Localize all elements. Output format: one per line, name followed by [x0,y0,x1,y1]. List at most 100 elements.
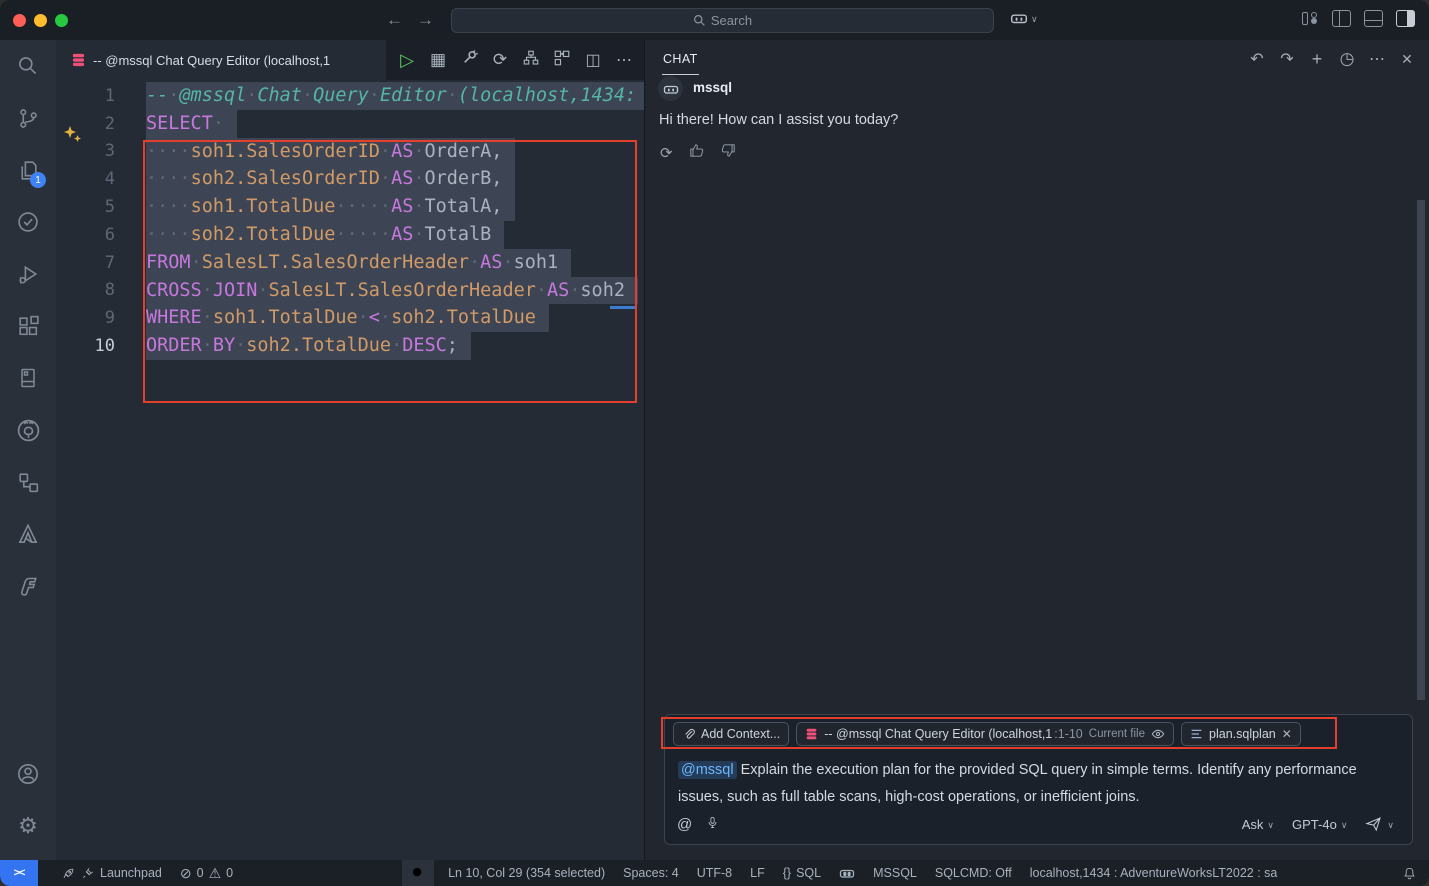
line-number: 10 [56,336,115,356]
settings-button[interactable]: ⚙ [4,800,52,852]
editor-group: -- @mssql Chat Query Editor (localhost,1… [56,40,644,860]
source-control-icon [16,106,41,131]
run-query-icon[interactable]: ▷ [396,50,418,71]
sidebar-item-fabric[interactable] [4,560,52,612]
line-number: 9 [56,308,115,328]
at-mention-icon[interactable]: @ [677,816,692,833]
linked-boxes-icon [16,470,41,495]
explorer-badge: 1 [30,172,46,188]
chat-panel-header: CHAT ↶ ↷ + ◷ ⋯ ✕ [645,40,1429,78]
chat-input-text[interactable]: @mssql Explain the execution plan for th… [678,757,1368,811]
fabric-icon [16,574,41,599]
new-chat-icon[interactable]: + [1308,49,1326,70]
accounts-button[interactable] [4,748,52,800]
chat-message-author: mssql [693,80,732,95]
editor-tab-bar: -- @mssql Chat Query Editor (localhost,1… [56,40,644,80]
back-icon[interactable]: ← [386,10,403,30]
annotation-box-code [143,140,637,403]
sidebar-item-schema-designer[interactable] [4,456,52,508]
line-number: 7 [56,253,115,273]
problems-button[interactable]: ⊘ 0 ⚠ 0 [171,865,242,882]
toggle-secondary-sidebar-icon[interactable] [1396,10,1415,27]
command-search-input[interactable]: Search [451,8,994,33]
forward-icon[interactable]: → [417,10,434,30]
indentation[interactable]: Spaces: 4 [614,866,688,880]
toggle-primary-sidebar-icon[interactable] [1332,10,1351,27]
toggle-panel-icon[interactable] [1364,10,1383,27]
sidebar-item-database-projects[interactable] [4,352,52,404]
cursor-position[interactable]: Ln 10, Col 29 (354 selected) [434,866,614,880]
sidebar-item-testing[interactable] [4,196,52,248]
send-button[interactable]: ∨ [1359,816,1400,832]
zoom-indicator[interactable] [402,860,434,886]
azure-icon [15,521,41,547]
sqlcmd-status[interactable]: SQLCMD: Off [926,866,1021,880]
regenerate-icon[interactable]: ⟳ [660,144,673,162]
thumbs-down-icon[interactable] [720,142,737,163]
minimize-window-button[interactable] [34,14,47,27]
remote-indicator[interactable]: >< [0,860,38,886]
chat-scrollbar[interactable] [1417,200,1425,700]
close-window-button[interactable] [13,14,26,27]
connection-icon[interactable] [458,49,480,71]
search-icon [15,53,41,79]
maximize-window-button[interactable] [55,14,68,27]
thumbs-up-icon[interactable] [688,142,705,163]
sidebar-item-github[interactable] [4,404,52,456]
title-bar: ← → Search ∨ [0,0,1429,40]
eol[interactable]: LF [741,866,774,880]
sidebar-item-run-debug[interactable] [4,248,52,300]
query-plan-icon[interactable] [520,49,542,72]
line-number: 5 [56,197,115,217]
error-icon: ⊘ [180,865,192,882]
history-icon[interactable]: ◷ [1338,49,1356,69]
microphone-icon[interactable] [706,814,719,835]
chevron-down-icon: ∨ [1341,820,1348,831]
mention-token: @mssql [678,761,737,779]
status-bar: >< Launchpad ⊘ 0 ⚠ 0 Ln 10, Col 29 (354 … [0,860,1429,886]
code-line[interactable]: 2SELECT· [56,110,644,138]
more-icon[interactable]: ⋯ [1368,49,1386,69]
encoding[interactable]: UTF-8 [688,866,741,880]
editor-tab[interactable]: -- @mssql Chat Query Editor (localhost,1 [56,40,386,80]
journal-icon [16,366,40,390]
actual-plan-icon[interactable] [551,49,573,72]
redo-icon[interactable]: ↷ [1278,49,1296,69]
more-actions-icon[interactable]: ⋯ [613,50,635,70]
close-icon[interactable]: ✕ [1398,51,1416,68]
customize-layout-icon[interactable] [1300,10,1319,27]
model-dropdown[interactable]: GPT-4o ∨ [1286,817,1353,832]
code-line[interactable]: 1--·@mssql·Chat·Query·Editor·(localhost,… [56,82,644,110]
connection-status[interactable]: localhost,1434 : AdventureWorksLT2022 : … [1021,866,1287,880]
line-number: 6 [56,225,115,245]
bell-icon [1402,866,1417,881]
sidebar-item-explorer[interactable]: 1 [4,144,52,196]
mssql-status[interactable]: MSSQL [864,866,926,880]
sidebar-item-azure[interactable] [4,508,52,560]
split-editor-icon[interactable]: ◫ [582,50,604,70]
code-editor[interactable]: 1--·@mssql·Chat·Query·Editor·(localhost,… [56,80,644,860]
undo-icon[interactable]: ↶ [1248,49,1266,69]
language-mode[interactable]: {} SQL [774,866,830,880]
results-grid-icon[interactable]: ▦ [427,50,449,70]
change-connection-icon[interactable]: ⟳ [489,50,511,70]
avatar [658,76,683,101]
extensions-icon [16,314,41,339]
sidebar-item-search[interactable] [4,40,52,92]
copilot-status-button[interactable] [830,865,864,881]
sidebar-item-source-control[interactable] [4,92,52,144]
mode-dropdown[interactable]: Ask ∨ [1236,817,1280,832]
launchpad-button[interactable]: Launchpad [52,866,171,881]
plug-icon [81,866,95,880]
line-number: 4 [56,169,115,189]
run-debug-icon [16,262,41,287]
sidebar-item-extensions[interactable] [4,300,52,352]
tab-title: -- @mssql Chat Query Editor (localhost,1 [93,53,330,68]
line-number: 8 [56,280,115,300]
copilot-icon [663,81,679,97]
copilot-menu-button[interactable]: ∨ [1010,9,1038,27]
annotation-box-context [661,717,1337,749]
sparkle-icon[interactable] [62,125,84,150]
notifications-button[interactable] [1393,866,1429,881]
tab-chat[interactable]: CHAT [662,43,699,75]
